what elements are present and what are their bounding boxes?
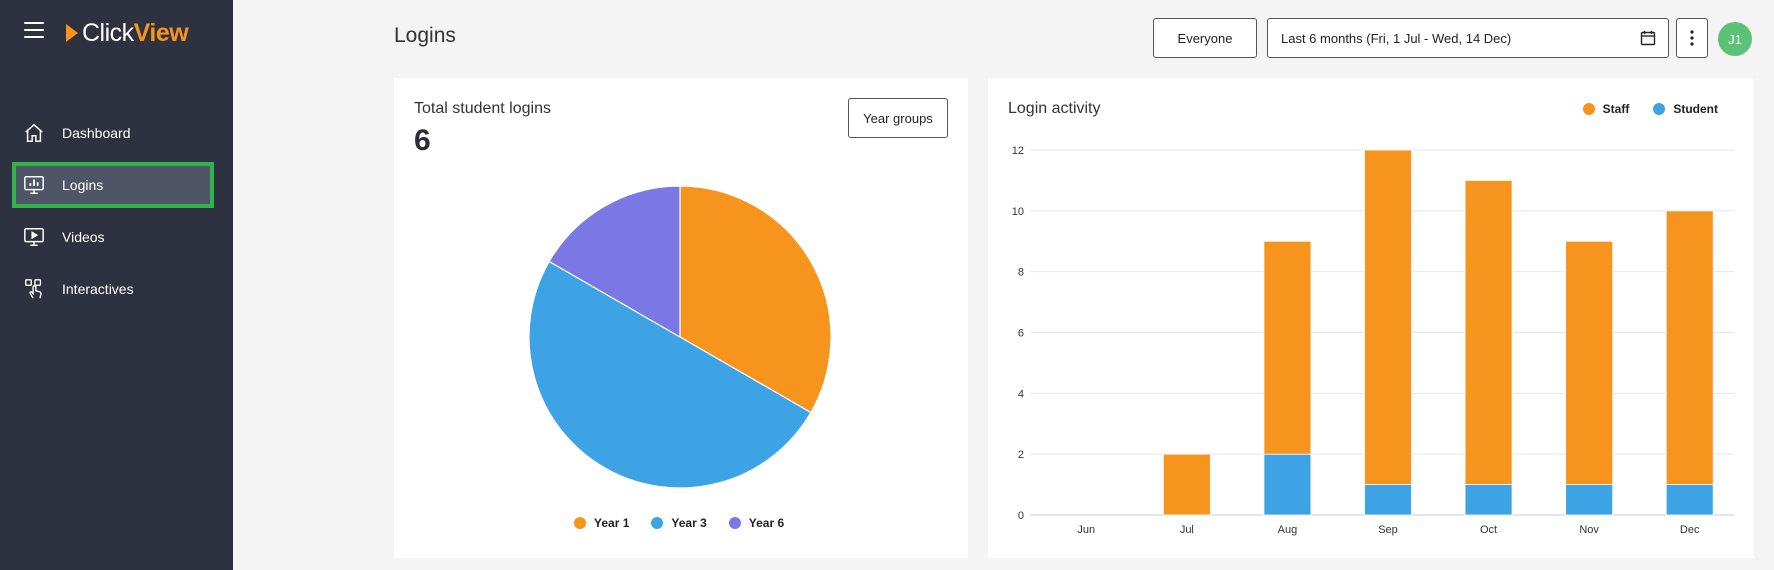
x-tick-label: Oct	[1480, 524, 1497, 536]
touch-hand-icon	[22, 277, 46, 301]
bar-student-sep[interactable]	[1364, 484, 1412, 516]
total-student-logins-card: Total student logins 6 Year groups Year …	[394, 78, 968, 558]
home-icon	[22, 121, 46, 145]
y-tick-label: 8	[1018, 267, 1024, 279]
page-title: Logins	[394, 24, 456, 47]
sidebar-item-dashboard[interactable]: Dashboard	[12, 110, 214, 156]
legend-item-year-3[interactable]: Year 3	[651, 516, 707, 530]
y-tick-label: 0	[1018, 510, 1024, 522]
sidebar-item-label: Interactives	[62, 281, 134, 297]
legend-dot	[728, 517, 741, 529]
y-tick-label: 12	[1012, 145, 1024, 157]
logo-text-click: Click	[82, 18, 134, 47]
y-tick-label: 2	[1018, 449, 1024, 461]
video-play-icon	[22, 225, 46, 249]
legend-item-year-1[interactable]: Year 1	[574, 516, 629, 530]
sidebar-item-videos[interactable]: Videos	[12, 214, 214, 260]
calendar-icon[interactable]	[1640, 30, 1656, 49]
logo-text-view: View	[133, 18, 189, 47]
vertical-dots-icon	[1690, 30, 1694, 46]
date-range-value: Last 6 months (Fri, 1 Jul - Wed, 14 Dec)	[1281, 30, 1512, 46]
bar-staff-aug[interactable]	[1263, 240, 1312, 455]
sidebar-item-label: Logins	[62, 177, 104, 193]
y-tick-label: 4	[1018, 388, 1024, 400]
sidebar-item-label: Dashboard	[62, 125, 131, 141]
x-tick-label: Nov	[1579, 524, 1599, 536]
bar-staff-jul[interactable]	[1162, 453, 1211, 516]
legend-label: Year 3	[671, 516, 707, 530]
sidebar-item-label: Videos	[62, 229, 105, 245]
more-options-button[interactable]	[1676, 18, 1708, 58]
date-range-picker[interactable]: Last 6 months (Fri, 1 Jul - Wed, 14 Dec)	[1267, 18, 1669, 58]
login-activity-card: Login activity Staff Student 0 2 4 6 8 10 12 Jun…	[988, 78, 1754, 558]
bar-student-dec[interactable]	[1665, 484, 1714, 516]
y-tick-label: 6	[1018, 328, 1024, 340]
legend-item-year-6[interactable]: Year 6	[728, 516, 785, 530]
x-tick-label: Dec	[1680, 524, 1700, 536]
logo-play-icon	[66, 24, 78, 42]
bar-staff-nov[interactable]	[1565, 240, 1614, 485]
legend-label: Year 6	[748, 516, 785, 530]
bar-staff-oct[interactable]	[1464, 180, 1513, 485]
bar-student-nov[interactable]	[1565, 484, 1614, 516]
sidebar-item-logins[interactable]: Logins	[12, 162, 214, 208]
pie-legend: Year 1 Year 3 Year 6	[574, 516, 784, 530]
sidebar: ClickView Dashboard Logins Videos Intera…	[0, 0, 233, 570]
bar-staff-sep[interactable]	[1364, 149, 1412, 485]
bar-chart: 0 2 4 6 8 10 12 Jun Jul Aug Sep Oct Nov Dec	[1012, 145, 1734, 536]
legend-dot	[651, 517, 664, 529]
bar-student-aug[interactable]	[1263, 453, 1312, 516]
user-avatar[interactable]: J1	[1718, 22, 1752, 56]
x-tick-label: Sep	[1378, 524, 1398, 536]
y-tick-label: 10	[1012, 206, 1024, 218]
x-tick-label: Jun	[1077, 524, 1095, 536]
sidebar-nav: Dashboard Logins Videos Interactives	[12, 110, 214, 318]
pie-chart	[528, 185, 832, 489]
menu-icon[interactable]	[24, 22, 44, 38]
legend-dot	[574, 517, 586, 529]
monitor-chart-icon	[22, 173, 46, 197]
clickview-logo[interactable]: ClickView	[66, 18, 189, 48]
sidebar-item-interactives[interactable]: Interactives	[12, 266, 214, 312]
x-tick-label: Jul	[1180, 524, 1194, 536]
bar-staff-dec[interactable]	[1665, 210, 1714, 485]
x-tick-label: Aug	[1278, 524, 1298, 536]
audience-filter-button[interactable]: Everyone	[1153, 18, 1257, 58]
bar-student-oct[interactable]	[1464, 484, 1513, 516]
legend-label: Year 1	[594, 516, 630, 530]
